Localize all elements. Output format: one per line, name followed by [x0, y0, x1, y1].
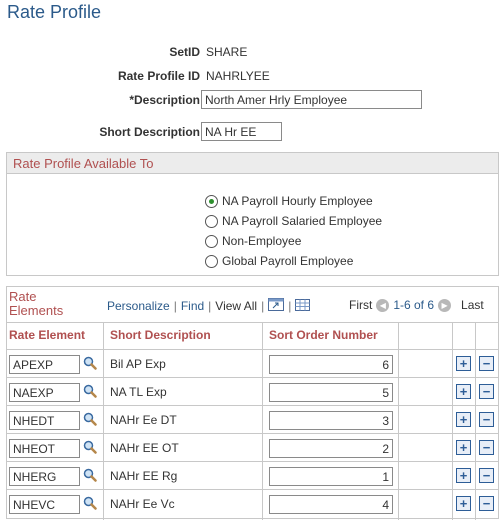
row-range: 1-6 of 6 — [393, 298, 435, 312]
sort-order-field[interactable]: 6 — [269, 355, 393, 374]
column-header-short-description[interactable]: Short Description — [110, 328, 211, 342]
first-link[interactable]: First — [349, 298, 372, 312]
radio-label: NA Payroll Salaried Employee — [222, 214, 383, 228]
last-link[interactable]: Last — [461, 298, 484, 312]
setid-label: SetID — [169, 45, 200, 59]
personalize-link[interactable]: Personalize — [107, 299, 170, 313]
page-title: Rate Profile — [7, 2, 102, 22]
find-link[interactable]: Find — [181, 299, 204, 313]
radio-option[interactable]: NA Payroll Hourly Employee — [205, 191, 382, 211]
grid-pager: First ◀ 1-6 of 6 ▶ Last — [349, 298, 484, 312]
radio-label: NA Payroll Hourly Employee — [222, 194, 373, 208]
add-row-icon[interactable]: + — [456, 412, 471, 427]
separator: | — [208, 299, 212, 313]
delete-row-icon[interactable]: − — [479, 496, 494, 511]
rate-element-field[interactable]: NHEVC — [9, 495, 80, 514]
delete-row-icon[interactable]: − — [479, 468, 494, 483]
magnifier-icon[interactable] — [83, 384, 97, 401]
available-to-title: Rate Profile Available To — [7, 153, 498, 174]
short-description-cell: Bil AP Exp — [110, 357, 166, 371]
description-field[interactable]: North Amer Hrly Employee — [201, 90, 422, 109]
radio-button[interactable] — [205, 234, 218, 248]
delete-row-icon[interactable]: − — [479, 356, 494, 371]
delete-row-icon[interactable]: − — [479, 412, 494, 427]
table-row: NHERG NAHr EE Rg 1 + − — [7, 461, 498, 489]
rate-element-field[interactable]: NHEOT — [9, 439, 80, 458]
magnifier-icon[interactable] — [83, 468, 97, 485]
table-row: NHEVC NAHr Ee Vc 4 + − — [7, 489, 498, 517]
separator: | — [261, 299, 265, 313]
grid-zoom-icon[interactable] — [268, 298, 285, 314]
table-row: NHEOT NAHr EE OT 2 + − — [7, 433, 498, 461]
radio-option[interactable]: Non-Employee — [205, 231, 382, 251]
sort-order-field[interactable]: 4 — [269, 495, 393, 514]
rate-element-field[interactable]: NAEXP — [9, 383, 80, 402]
sort-order-field[interactable]: 2 — [269, 439, 393, 458]
previous-arrow-icon[interactable]: ◀ — [376, 298, 390, 312]
next-arrow-icon[interactable]: ▶ — [438, 298, 452, 312]
rate-profile-id-value: NAHRLYEE — [206, 69, 270, 83]
radio-button[interactable] — [205, 214, 218, 228]
separator: | — [288, 299, 292, 313]
column-header-rate-element[interactable]: Rate Element — [9, 328, 85, 342]
radio-label: Global Payroll Employee — [222, 254, 354, 268]
table-row: NAEXP NA TL Exp 5 + − — [7, 377, 498, 405]
radio-button[interactable] — [205, 254, 218, 268]
view-all-link[interactable]: View All — [215, 299, 257, 313]
sort-order-field[interactable]: 1 — [269, 467, 393, 486]
grid-title-line1: Rate — [9, 289, 37, 304]
delete-row-icon[interactable]: − — [479, 440, 494, 455]
column-header-sort-order[interactable]: Sort Order Number — [269, 328, 378, 342]
rate-element-field[interactable]: NHEDT — [9, 411, 80, 430]
header-top-line — [7, 322, 498, 323]
description-label: *Description — [129, 93, 200, 107]
radio-option[interactable]: NA Payroll Salaried Employee — [205, 211, 382, 231]
sort-order-field[interactable]: 3 — [269, 411, 393, 430]
short-description-cell: NAHr Ee DT — [110, 413, 177, 427]
grid-title-line2: Elements — [9, 303, 64, 318]
short-description-cell: NAHr EE OT — [110, 441, 179, 455]
grid-title: Rate Elements — [9, 290, 63, 318]
download-to-spreadsheet-icon[interactable] — [295, 298, 311, 314]
rate-element-field[interactable]: NHERG — [9, 467, 80, 486]
magnifier-icon[interactable] — [83, 356, 97, 373]
add-row-icon[interactable]: + — [456, 356, 471, 371]
short-description-field[interactable]: NA Hr EE — [201, 122, 282, 141]
sort-order-field[interactable]: 5 — [269, 383, 393, 402]
magnifier-icon[interactable] — [83, 440, 97, 457]
radio-label: Non-Employee — [222, 234, 302, 248]
short-description-cell: NA TL Exp — [110, 385, 167, 399]
magnifier-icon[interactable] — [83, 496, 97, 513]
short-description-label: Short Description — [99, 125, 200, 139]
short-description-cell: NAHr Ee Vc — [110, 497, 175, 511]
magnifier-icon[interactable] — [83, 412, 97, 429]
available-to-group: Rate Profile Available To NA Payroll Hou… — [6, 152, 499, 276]
setid-value: SHARE — [206, 45, 248, 59]
add-row-icon[interactable]: + — [456, 468, 471, 483]
radio-button[interactable] — [205, 194, 218, 208]
table-row: APEXP Bil AP Exp 6 + − — [7, 349, 498, 377]
separator: | — [173, 299, 177, 313]
table-row: NHEDT NAHr Ee DT 3 + − — [7, 405, 498, 433]
add-row-icon[interactable]: + — [456, 440, 471, 455]
add-row-icon[interactable]: + — [456, 496, 471, 511]
rate-profile-id-label: Rate Profile ID — [117, 69, 200, 83]
short-description-cell: NAHr EE Rg — [110, 469, 178, 483]
available-to-options: NA Payroll Hourly Employee NA Payroll Sal… — [205, 191, 382, 271]
rate-elements-grid: Rate Elements Personalize | Find | View … — [6, 286, 499, 520]
delete-row-icon[interactable]: − — [479, 384, 494, 399]
rate-element-field[interactable]: APEXP — [9, 355, 80, 374]
radio-option[interactable]: Global Payroll Employee — [205, 251, 382, 271]
grid-nav-bar: Personalize | Find | View All | | — [107, 298, 311, 314]
add-row-icon[interactable]: + — [456, 384, 471, 399]
